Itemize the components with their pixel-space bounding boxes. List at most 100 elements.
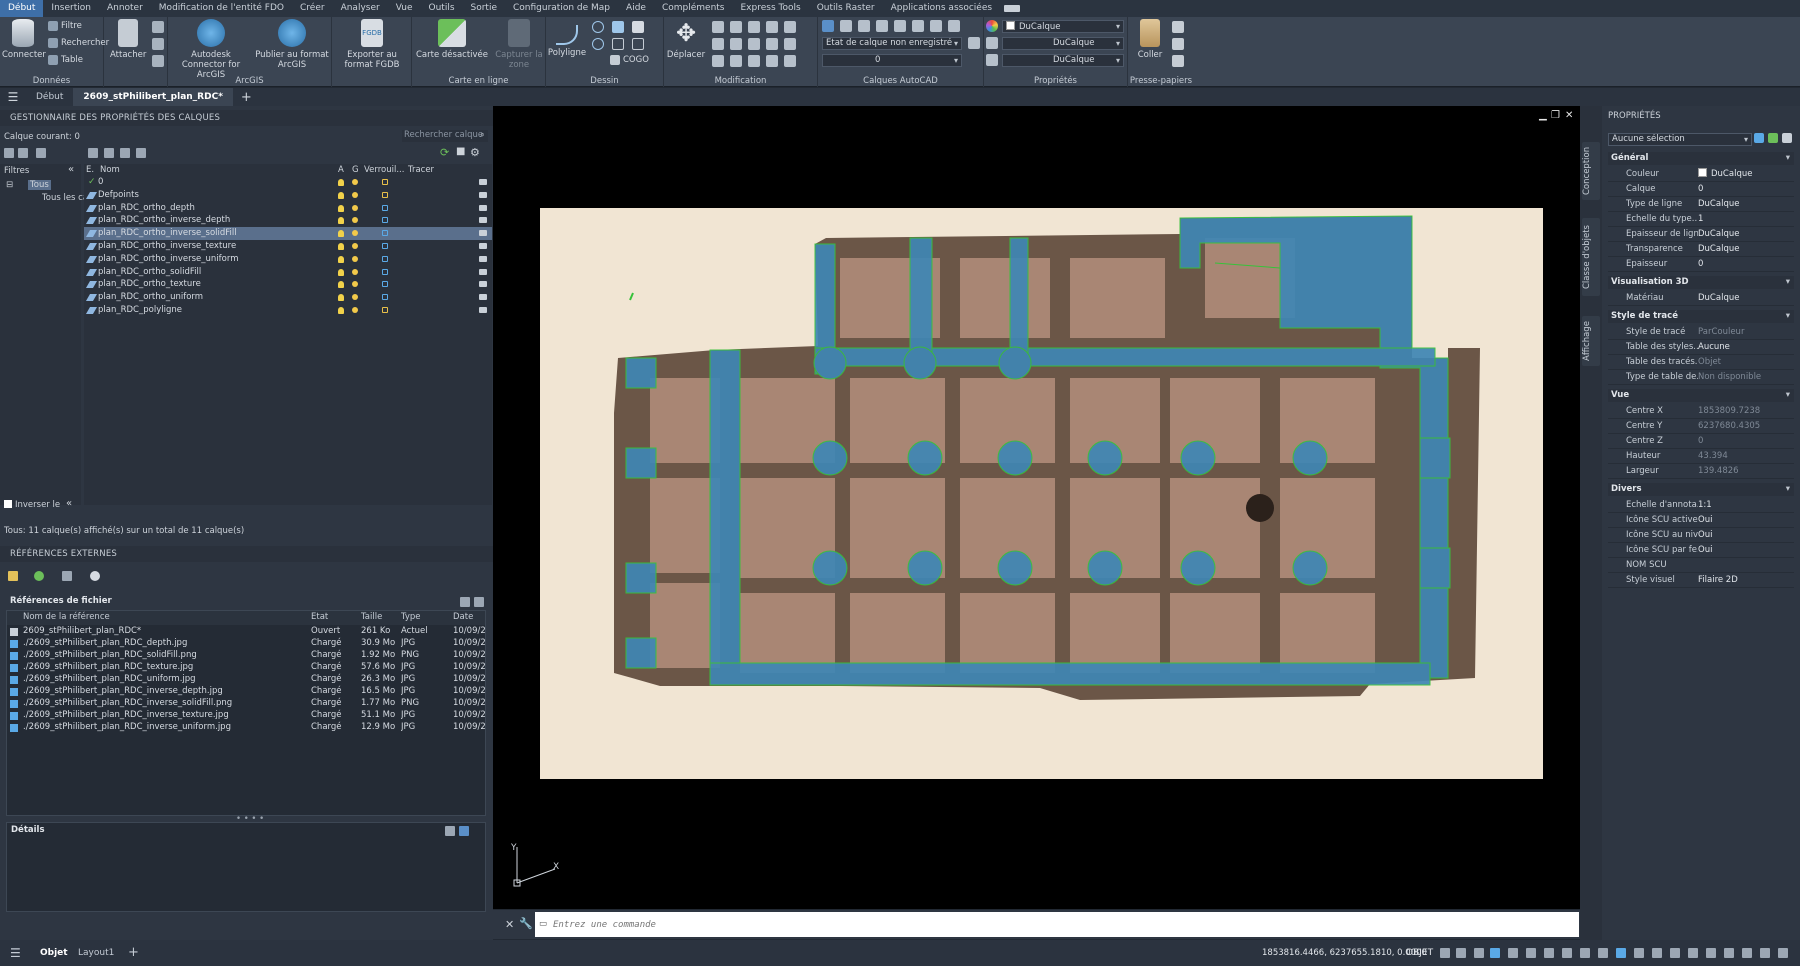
menu-vue[interactable]: Vue (388, 0, 421, 17)
panel-modification-label[interactable]: Modification (664, 76, 817, 86)
workspace-gear-icon[interactable] (1652, 948, 1662, 958)
attach-dwg-icon[interactable] (8, 571, 18, 581)
layer-match-icon[interactable] (930, 20, 942, 32)
layer-row[interactable]: plan_RDC_ortho_inverse_texture (84, 240, 492, 253)
layer-row[interactable]: plan_RDC_ortho_texture (84, 278, 492, 291)
osnap-icon[interactable] (1544, 948, 1554, 958)
layer-row[interactable]: ✓ 0 (84, 176, 492, 189)
set-current-icon[interactable] (136, 148, 146, 158)
prop-row[interactable]: Style de tracé ParCouleur (1608, 325, 1794, 340)
annotation-visibility-icon[interactable] (1616, 948, 1626, 958)
tab-start[interactable]: Début (26, 88, 73, 106)
refresh-xref-icon[interactable] (34, 571, 44, 581)
lineweight-dropdown[interactable]: DuCalque (1002, 37, 1124, 50)
move-button[interactable]: ✥ Déplacer (666, 19, 706, 60)
tab-affichage[interactable]: Affichage (1582, 316, 1600, 366)
col-name[interactable]: Nom (100, 164, 120, 176)
selection-cycling-icon[interactable] (1598, 948, 1608, 958)
prop-row[interactable]: Centre Z 0 (1608, 434, 1794, 449)
annotation-monitor-icon[interactable] (1670, 948, 1680, 958)
tree-used[interactable]: Tous les ca (42, 193, 88, 203)
menu-sortie[interactable]: Sortie (463, 0, 506, 17)
new-filter-icon[interactable] (4, 148, 14, 158)
sun-icon[interactable] (352, 255, 358, 262)
snap-icon[interactable] (1456, 948, 1466, 958)
layer-states-icon[interactable] (36, 148, 46, 158)
sun-icon[interactable] (352, 217, 358, 224)
menu-creer[interactable]: Créer (292, 0, 333, 17)
map-off-button[interactable]: Carte désactivée (414, 19, 490, 60)
command-input[interactable] (535, 912, 1579, 937)
selection-dropdown[interactable]: Aucune sélection (1608, 133, 1752, 146)
connect-button[interactable]: Connecter (2, 19, 46, 60)
ortho-icon[interactable] (1474, 948, 1484, 958)
printer-icon[interactable] (479, 191, 487, 198)
prop-row[interactable]: Transparence DuCalque (1608, 242, 1794, 257)
prop-row[interactable]: Epaisseur de ligne DuCalque (1608, 227, 1794, 242)
viewport-minimize-icon[interactable]: ▁ (1539, 110, 1547, 121)
arcgis-publish-button[interactable]: Publier au format ArcGIS (254, 19, 330, 70)
current-layer-dropdown[interactable]: 0 (822, 54, 962, 67)
layer-freeze-icon[interactable] (876, 20, 888, 32)
prop-row[interactable]: Hauteur 43.394 (1608, 449, 1794, 464)
layer-properties-icon[interactable] (822, 20, 834, 32)
cogo-button[interactable]: COGO (610, 55, 649, 65)
paste-button[interactable]: Coller (1130, 19, 1170, 60)
menu-aide[interactable]: Aide (618, 0, 654, 17)
prop-section-vis3d[interactable]: Visualisation 3D (1608, 276, 1794, 289)
col-freeze[interactable]: G (352, 164, 359, 176)
lock-ui-icon[interactable] (1724, 948, 1734, 958)
invert-filter-checkbox[interactable]: Inverser le (4, 500, 60, 510)
layer-unlock-icon[interactable] (912, 20, 924, 32)
xref-row[interactable]: ./2609_stPhilibert_plan_RDC_inverse_unif… (7, 721, 485, 735)
menu-modification-fdo[interactable]: Modification de l'entité FDO (151, 0, 292, 17)
sun-icon[interactable] (352, 294, 358, 301)
lock-icon[interactable] (382, 243, 388, 249)
stretch-icon[interactable] (748, 38, 760, 50)
panel-donnees-label[interactable]: Données (0, 76, 103, 86)
printer-icon[interactable] (479, 217, 487, 224)
layer-row[interactable]: plan_RDC_ortho_inverse_depth (84, 214, 492, 227)
lock-icon[interactable] (382, 307, 388, 313)
xref-col-date[interactable]: Date (453, 611, 485, 625)
prop-row[interactable]: Table des styles... Aucune (1608, 340, 1794, 355)
copy-icon[interactable] (712, 21, 724, 33)
prop-row[interactable]: Centre Y 6237680.4305 (1608, 419, 1794, 434)
printer-icon[interactable] (479, 204, 487, 211)
ribbon-toggle-icon[interactable] (1004, 5, 1021, 12)
lightbulb-icon[interactable] (338, 281, 344, 289)
isolate-objects-icon[interactable] (1742, 948, 1752, 958)
lock-icon[interactable] (382, 179, 388, 185)
lightbulb-icon[interactable] (338, 307, 344, 314)
lightbulb-icon[interactable] (338, 268, 344, 276)
sun-icon[interactable] (352, 281, 358, 288)
cut-icon[interactable] (1172, 21, 1184, 33)
lightbulb-icon[interactable] (338, 243, 344, 250)
lineweight-status-icon[interactable] (1562, 948, 1572, 958)
gear-icon[interactable]: ⚙ (470, 146, 480, 159)
prop-row[interactable]: Style visuel Filaire 2D (1608, 573, 1794, 588)
menu-analyser[interactable]: Analyser (333, 0, 388, 17)
prop-row[interactable]: Echelle du type... 1 (1608, 212, 1794, 227)
xref-col-size[interactable]: Taille (361, 611, 405, 625)
tab-conception[interactable]: Conception (1582, 142, 1600, 200)
layer-state-dropdown[interactable]: Etat de calque non enregistré (822, 37, 962, 50)
prop-row[interactable]: Icône SCU au niv... Oui (1608, 528, 1794, 543)
layer-iso-icon[interactable] (840, 20, 852, 32)
filter2-icon[interactable] (152, 21, 164, 33)
select-objects-icon[interactable] (1768, 133, 1778, 143)
offset-icon[interactable] (784, 38, 796, 50)
menu-express-tools[interactable]: Express Tools (733, 0, 809, 17)
lightbulb-icon[interactable] (338, 255, 344, 263)
copy-clip-icon[interactable] (1172, 38, 1184, 50)
collapse-icon[interactable]: « (68, 164, 74, 175)
prop-row[interactable]: Type de ligne DuCalque (1608, 197, 1794, 212)
menu-debut[interactable]: Début (0, 0, 44, 17)
viewport-close-icon[interactable]: ✕ (1565, 110, 1573, 121)
menu-applications-associees[interactable]: Applications associées (883, 0, 1000, 17)
layer-lock-icon[interactable] (894, 20, 906, 32)
layer-row[interactable]: Defpoints (84, 189, 492, 202)
lock-icon[interactable] (382, 281, 388, 288)
erase-icon[interactable] (712, 55, 724, 67)
model-space-button[interactable]: OBJET (1406, 940, 1433, 966)
